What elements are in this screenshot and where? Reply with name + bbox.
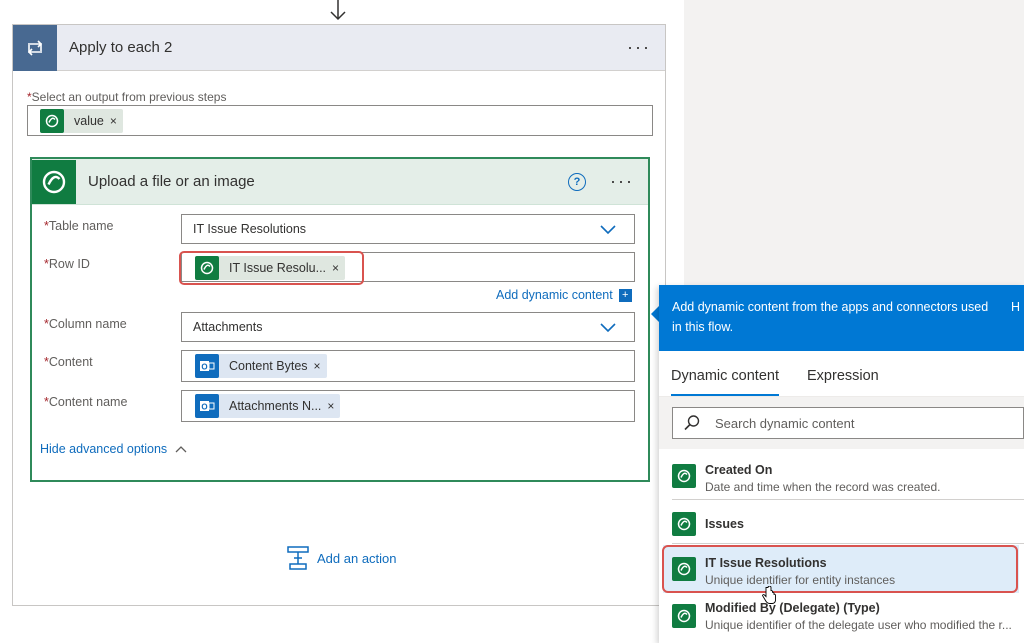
token-label: value [74,114,104,128]
apply-to-each-card: Apply to each 2 ··· *Select an output fr… [12,24,666,606]
search-placeholder: Search dynamic content [715,415,855,431]
item-highlight [662,545,1018,593]
attachments-name-token[interactable]: O Attachments N... × [195,394,341,418]
apply-to-each-title: Apply to each 2 [69,39,173,56]
column-name-label: *Column name [44,317,127,331]
hide-advanced-options-link[interactable]: Hide advanced options [40,442,187,456]
remove-token-button[interactable]: × [314,359,327,373]
token-label: Content Bytes [229,359,308,373]
search-input[interactable]: Search dynamic content [672,407,1024,439]
tab-expression[interactable]: Expression [807,368,879,396]
output-label: *Select an output from previous steps [27,90,226,104]
panel-header-text: Add dynamic content from the apps and co… [672,300,989,334]
chevron-down-icon [600,225,616,235]
dynamic-item-issues[interactable]: Issues [659,510,1024,538]
item-description: Unique identifier of the delegate user w… [705,618,1012,632]
chevron-down-icon [600,323,616,333]
table-name-dropdown[interactable]: IT Issue Resolutions [181,214,635,244]
connector-arrow-icon [330,0,346,21]
panel-header: Add dynamic content from the apps and co… [659,285,1024,351]
content-name-field[interactable]: O Attachments N... × [181,390,635,422]
action-header[interactable]: Upload a file or an image ? ··· [32,159,648,205]
help-icon[interactable]: ? [568,172,587,191]
divider [672,499,1024,500]
token-label: Attachments N... [229,399,322,413]
content-label: *Content [44,355,93,369]
item-title: Modified By (Delegate) (Type) [705,601,880,615]
content-name-label: *Content name [44,395,128,409]
add-dynamic-content-link[interactable]: Add dynamic content + [496,288,632,302]
dataverse-icon [672,464,696,488]
table-name-value: IT Issue Resolutions [193,222,307,236]
dataverse-icon [40,109,64,133]
dynamic-item-created-on[interactable]: Created On Date and time when the record… [659,460,1024,500]
row-id-label: *Row ID [44,257,90,271]
add-action-label: Add an action [317,550,397,566]
loop-icon [13,24,57,71]
add-dynamic-content-label: Add dynamic content [496,288,613,302]
add-an-action-button[interactable]: Add an action [287,546,397,570]
search-icon [684,415,700,431]
loop-more-options-button[interactable]: ··· [627,37,651,58]
svg-text:O: O [201,363,207,372]
upload-file-action-card: Upload a file or an image ? ··· *Table n… [30,157,650,482]
item-description: Date and time when the record was create… [705,480,941,494]
divider [672,543,1024,544]
add-action-icon [287,546,309,570]
dynamic-item-modified-by-delegate-type[interactable]: Modified By (Delegate) (Type) Unique ide… [659,600,1024,643]
hide-advanced-label: Hide advanced options [40,442,168,456]
content-field[interactable]: O Content Bytes × [181,350,635,382]
outlook-icon: O [195,394,219,418]
tab-dynamic-content[interactable]: Dynamic content [671,368,779,396]
hand-cursor-icon [762,586,776,604]
svg-text:O: O [201,403,207,412]
dataverse-icon [672,604,696,628]
value-token[interactable]: value × [40,109,123,133]
chevron-up-icon [175,446,187,453]
item-title: Issues [705,517,744,531]
action-more-options-button[interactable]: ··· [610,171,634,192]
plus-icon: + [618,288,632,302]
action-title: Upload a file or an image [88,173,255,190]
dataverse-icon [672,512,696,536]
apply-to-each-header[interactable]: Apply to each 2 ··· [13,24,665,71]
table-name-label: *Table name [44,219,114,233]
search-area: Search dynamic content [659,397,1024,449]
dataverse-icon [32,159,76,204]
output-label-text: Select an output from previous steps [31,90,227,104]
panel-tabs: Dynamic content Expression [659,351,1024,397]
remove-token-button[interactable]: × [327,399,340,413]
item-title: Created On [705,463,773,477]
row-id-highlight [179,251,364,285]
panel-header-cut-text: H [1010,300,1020,314]
column-name-value: Attachments [193,320,263,334]
column-name-dropdown[interactable]: Attachments [181,312,635,342]
output-field[interactable]: value × [27,105,653,136]
remove-token-button[interactable]: × [110,114,123,128]
outlook-icon: O [195,354,219,378]
content-bytes-token[interactable]: O Content Bytes × [195,354,327,378]
